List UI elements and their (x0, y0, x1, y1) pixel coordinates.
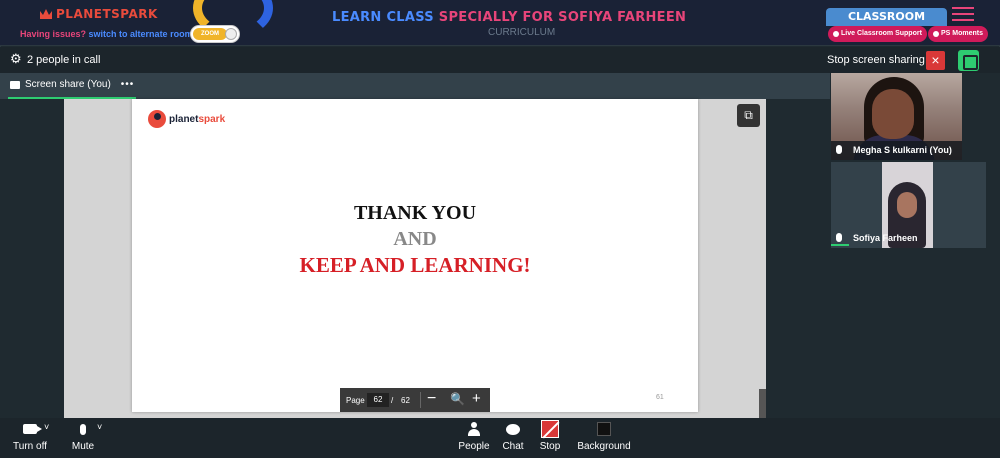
microphone-icon (80, 423, 86, 435)
call-header: ⚙ 2 people in call Stop screen sharing × (0, 47, 1000, 73)
microphone-icon (836, 145, 842, 154)
audio-level-bar (831, 244, 849, 246)
close-circle-icon (933, 31, 939, 37)
live-support-label: Live Classroom Support (841, 30, 922, 37)
people-label: People (458, 441, 490, 452)
zoom-in-button[interactable]: + (472, 390, 481, 407)
hamburger-menu-icon[interactable] (952, 7, 974, 21)
zoom-fit-icon[interactable]: 🔍 (450, 392, 465, 406)
ps-moments-button[interactable]: PS Moments (928, 26, 989, 42)
toggle-label: ZOOM (193, 28, 227, 40)
present-layout-icon[interactable] (958, 50, 979, 71)
mute-label: Mute (71, 441, 95, 452)
stop-sharing-button[interactable]: × (926, 51, 945, 70)
classroom-button[interactable]: CLASSROOM (826, 8, 947, 26)
banner-title-part2: SPECIALLY FOR SOFIYA FARHEEN (438, 10, 687, 25)
stop-sharing-label: Stop screen sharing (827, 54, 925, 66)
mute-button[interactable]: Mute (66, 420, 100, 452)
gear-icon[interactable]: ⚙ (10, 52, 22, 65)
live-support-button[interactable]: Live Classroom Support (828, 26, 927, 42)
slide-logo-post: spark (198, 113, 226, 125)
planetspark-logo[interactable]: PLANETSPARK (40, 7, 158, 21)
close-circle-icon (833, 31, 839, 37)
page-input[interactable]: 62 (367, 393, 389, 407)
tab-bar: Screen share (You) ••• (0, 73, 830, 99)
participant-name-1: Megha S kulkarni (You) (831, 141, 962, 160)
people-icon (468, 422, 480, 436)
tab-label: Screen share (You) (25, 79, 111, 90)
banner-title-part1: LEARN CLASS (332, 10, 434, 25)
chat-label: Chat (502, 441, 524, 452)
planet-logo-icon (148, 110, 166, 128)
banner-title: LEARN CLASS SPECIALLY FOR SOFIYA FARHEEN (332, 10, 686, 25)
chevron-down-icon[interactable]: ˅ (44, 422, 49, 432)
scrollbar[interactable] (759, 389, 766, 418)
zoom-toggle[interactable]: ZOOM (190, 25, 240, 43)
ps-moments-label: PS Moments (941, 30, 984, 37)
popout-icon[interactable]: ⧉ (737, 104, 760, 127)
more-options-icon[interactable]: ••• (121, 72, 135, 98)
issue-row: Having issues? switch to alternate room (20, 29, 193, 39)
page-label: Page (346, 396, 365, 405)
curriculum-label[interactable]: CURRICULUM (488, 27, 555, 38)
slide-heading-line1: THANK YOU (353, 202, 477, 224)
microphone-icon (836, 233, 842, 242)
toggle-knob (225, 28, 237, 40)
divider (420, 392, 421, 408)
background-button[interactable]: Background (574, 420, 634, 452)
chat-icon (506, 423, 520, 435)
people-button[interactable]: People (455, 420, 493, 452)
chat-button[interactable]: Chat (498, 420, 528, 452)
screen-icon (10, 81, 20, 89)
people-count: 2 people in call (27, 54, 101, 66)
stop-label: Stop (539, 441, 561, 452)
turn-off-label: Turn off (13, 441, 47, 452)
slide-heading-line3: KEEP AND LEARNING! (299, 253, 531, 277)
tab-screen-share[interactable]: Screen share (You) ••• (8, 72, 137, 99)
brand-name: PLANETSPARK (56, 7, 158, 21)
stop-sharing-toolbar-button[interactable]: Stop (534, 420, 566, 452)
slide-logo: planetspark (148, 110, 225, 128)
presentation-slide: planetspark THANK YOU AND KEEP AND LEARN… (132, 99, 698, 412)
zoom-out-button[interactable]: − (427, 390, 436, 408)
switch-room-link[interactable]: switch to alternate room (89, 29, 193, 39)
issue-text: Having issues? (20, 29, 87, 39)
stop-share-icon (541, 420, 559, 438)
background-icon (597, 422, 611, 436)
page-separator: / (391, 396, 394, 405)
camera-icon (23, 424, 42, 434)
background-label: Background (577, 441, 631, 452)
page-total: 62 (401, 396, 410, 405)
page-navigator: Page 62 / 62 − 🔍 + (340, 388, 490, 412)
participant-name-2: Sofiya Farheen (853, 233, 918, 243)
chevron-down-icon[interactable]: ˅ (97, 422, 102, 432)
crown-icon (40, 9, 52, 19)
slide-heading-line2: AND (393, 228, 437, 250)
slide-number: 61 (656, 394, 664, 401)
slide-logo-pre: planet (169, 113, 199, 125)
